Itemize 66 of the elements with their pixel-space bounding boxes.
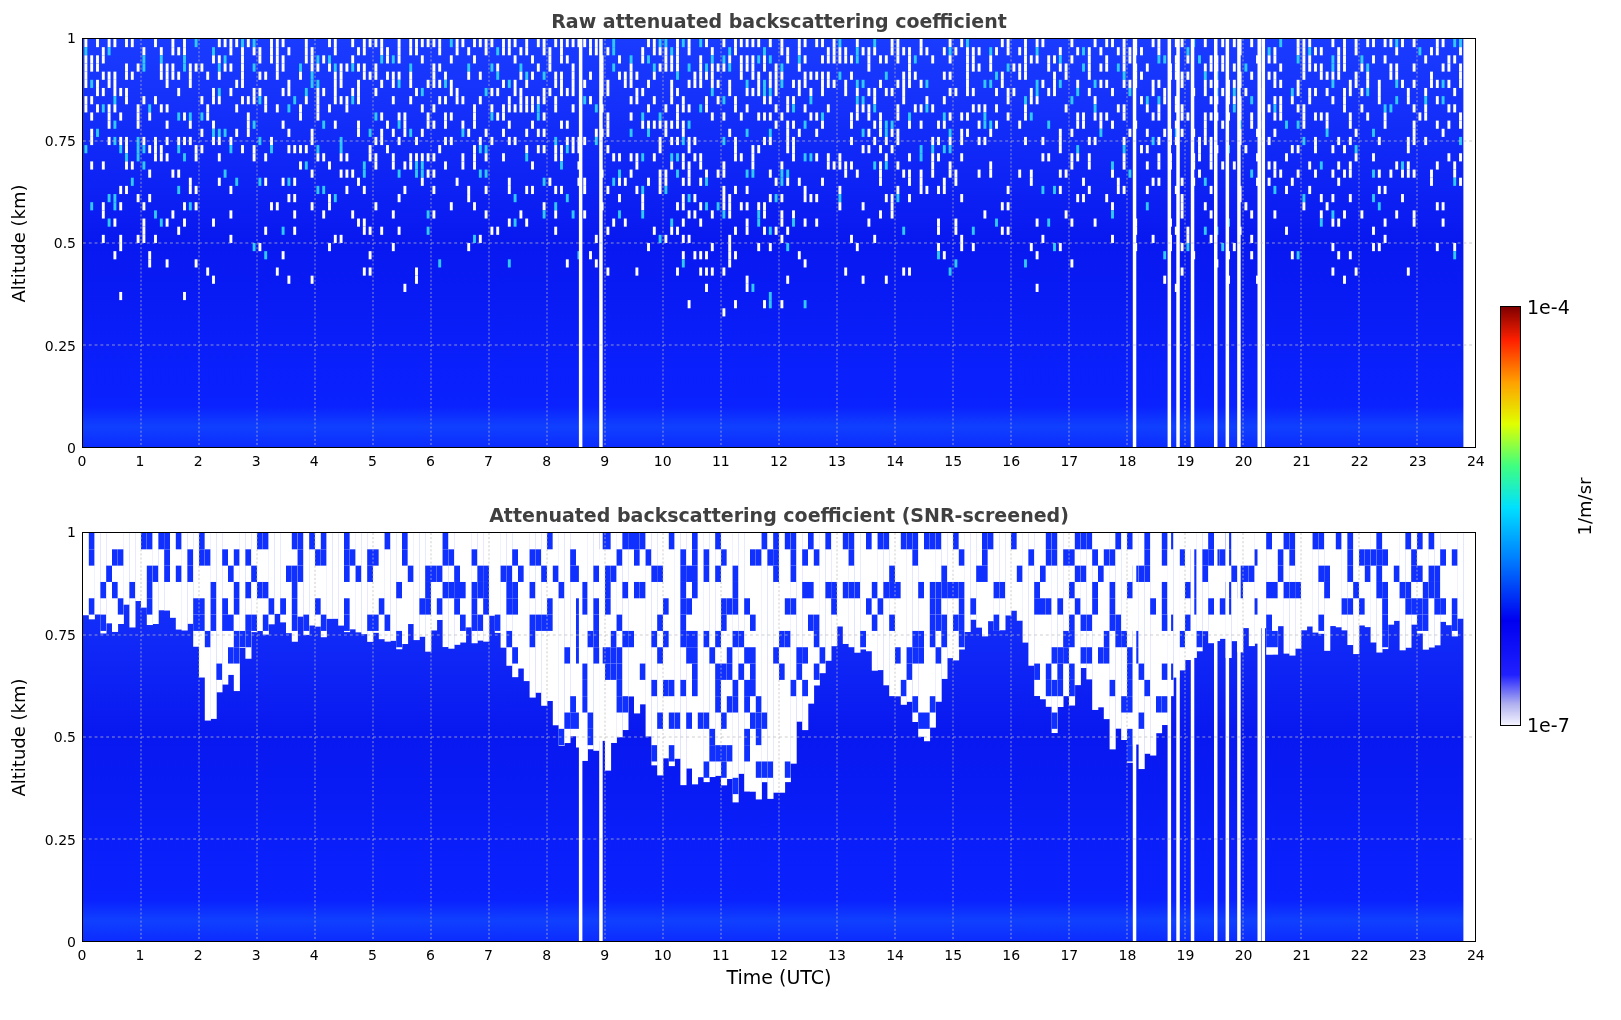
y-tick-label: 0.5 [53,728,76,746]
x-tick-label: 19 [1175,946,1196,964]
x-tick-label: 8 [541,946,553,964]
y-tick-label: 0 [67,933,76,951]
x-tick-label: 24 [1465,946,1486,964]
y-tick-label: 1 [67,29,76,47]
x-tick-label: 4 [308,452,320,470]
x-tick-label: 6 [425,946,436,964]
x-tick-label: 12 [769,452,789,470]
colorbar-min-label: 1e-7 [1527,714,1570,736]
x-tick-label: 11 [710,946,731,964]
x-tick-label: 3 [250,946,262,964]
x-tick-label: 17 [1059,946,1080,964]
x-tick-label: 16 [1001,946,1022,964]
x-tick-label: 1 [134,452,146,470]
x-tick-label: 18 [1117,946,1138,964]
x-tick-label: 17 [1059,452,1080,470]
x-tick-label: 14 [885,946,905,964]
x-tick-label: 14 [885,452,905,470]
x-tick-label: 18 [1117,452,1138,470]
x-tick-label: 15 [943,946,964,964]
y-axis-label: Altitude (km) [7,183,29,303]
x-tick-label: 6 [425,452,436,470]
y-tick-label: 1 [67,523,76,541]
y-tick-label: 0.25 [44,830,76,849]
x-tick-label: 7 [483,946,494,964]
y-tick-label: 0.5 [53,234,76,252]
x-tick-label: 9 [599,946,611,964]
x-tick-label: 13 [827,452,847,470]
x-tick-label: 0 [76,946,88,964]
x-tick-label: 10 [652,452,673,470]
x-tick-label: 20 [1233,946,1254,964]
x-tick-label: 0 [76,452,88,470]
x-tick-label: 5 [366,452,378,470]
x-tick-label: 19 [1175,452,1196,470]
x-tick-label: 24 [1465,452,1486,470]
x-tick-label: 13 [827,946,847,964]
x-tick-label: 8 [541,452,553,470]
x-tick-label: 22 [1349,452,1370,470]
colorbar-label: 1/m/sr [1574,477,1596,536]
y-tick-label: 0.25 [44,336,76,355]
x-tick-label: 7 [483,452,494,470]
x-tick-label: 23 [1407,452,1428,470]
y-tick-label: 0.75 [44,625,76,644]
x-tick-label: 10 [652,946,673,964]
x-tick-label: 3 [250,452,262,470]
x-tick-label: 21 [1291,946,1312,964]
x-tick-label: 23 [1407,946,1428,964]
y-tick-label: 0.75 [44,131,76,150]
x-tick-label: 22 [1349,946,1370,964]
colorbar-max-label: 1e-4 [1527,296,1570,318]
x-tick-label: 1 [134,946,146,964]
x-tick-label: 15 [943,452,964,470]
x-tick-label: 20 [1233,452,1254,470]
y-tick-label: 0 [67,439,76,457]
x-tick-label: 5 [366,946,378,964]
x-tick-label: 4 [308,946,320,964]
x-tick-label: 16 [1001,452,1022,470]
x-tick-label: 2 [192,452,204,470]
x-tick-label: 2 [192,946,204,964]
x-tick-label: 9 [599,452,611,470]
x-tick-label: 11 [710,452,731,470]
y-axis-label: Altitude (km) [7,677,29,797]
x-axis-label: Time (UTC) [725,966,833,988]
x-tick-label: 12 [769,946,789,964]
x-tick-label: 21 [1291,452,1312,470]
